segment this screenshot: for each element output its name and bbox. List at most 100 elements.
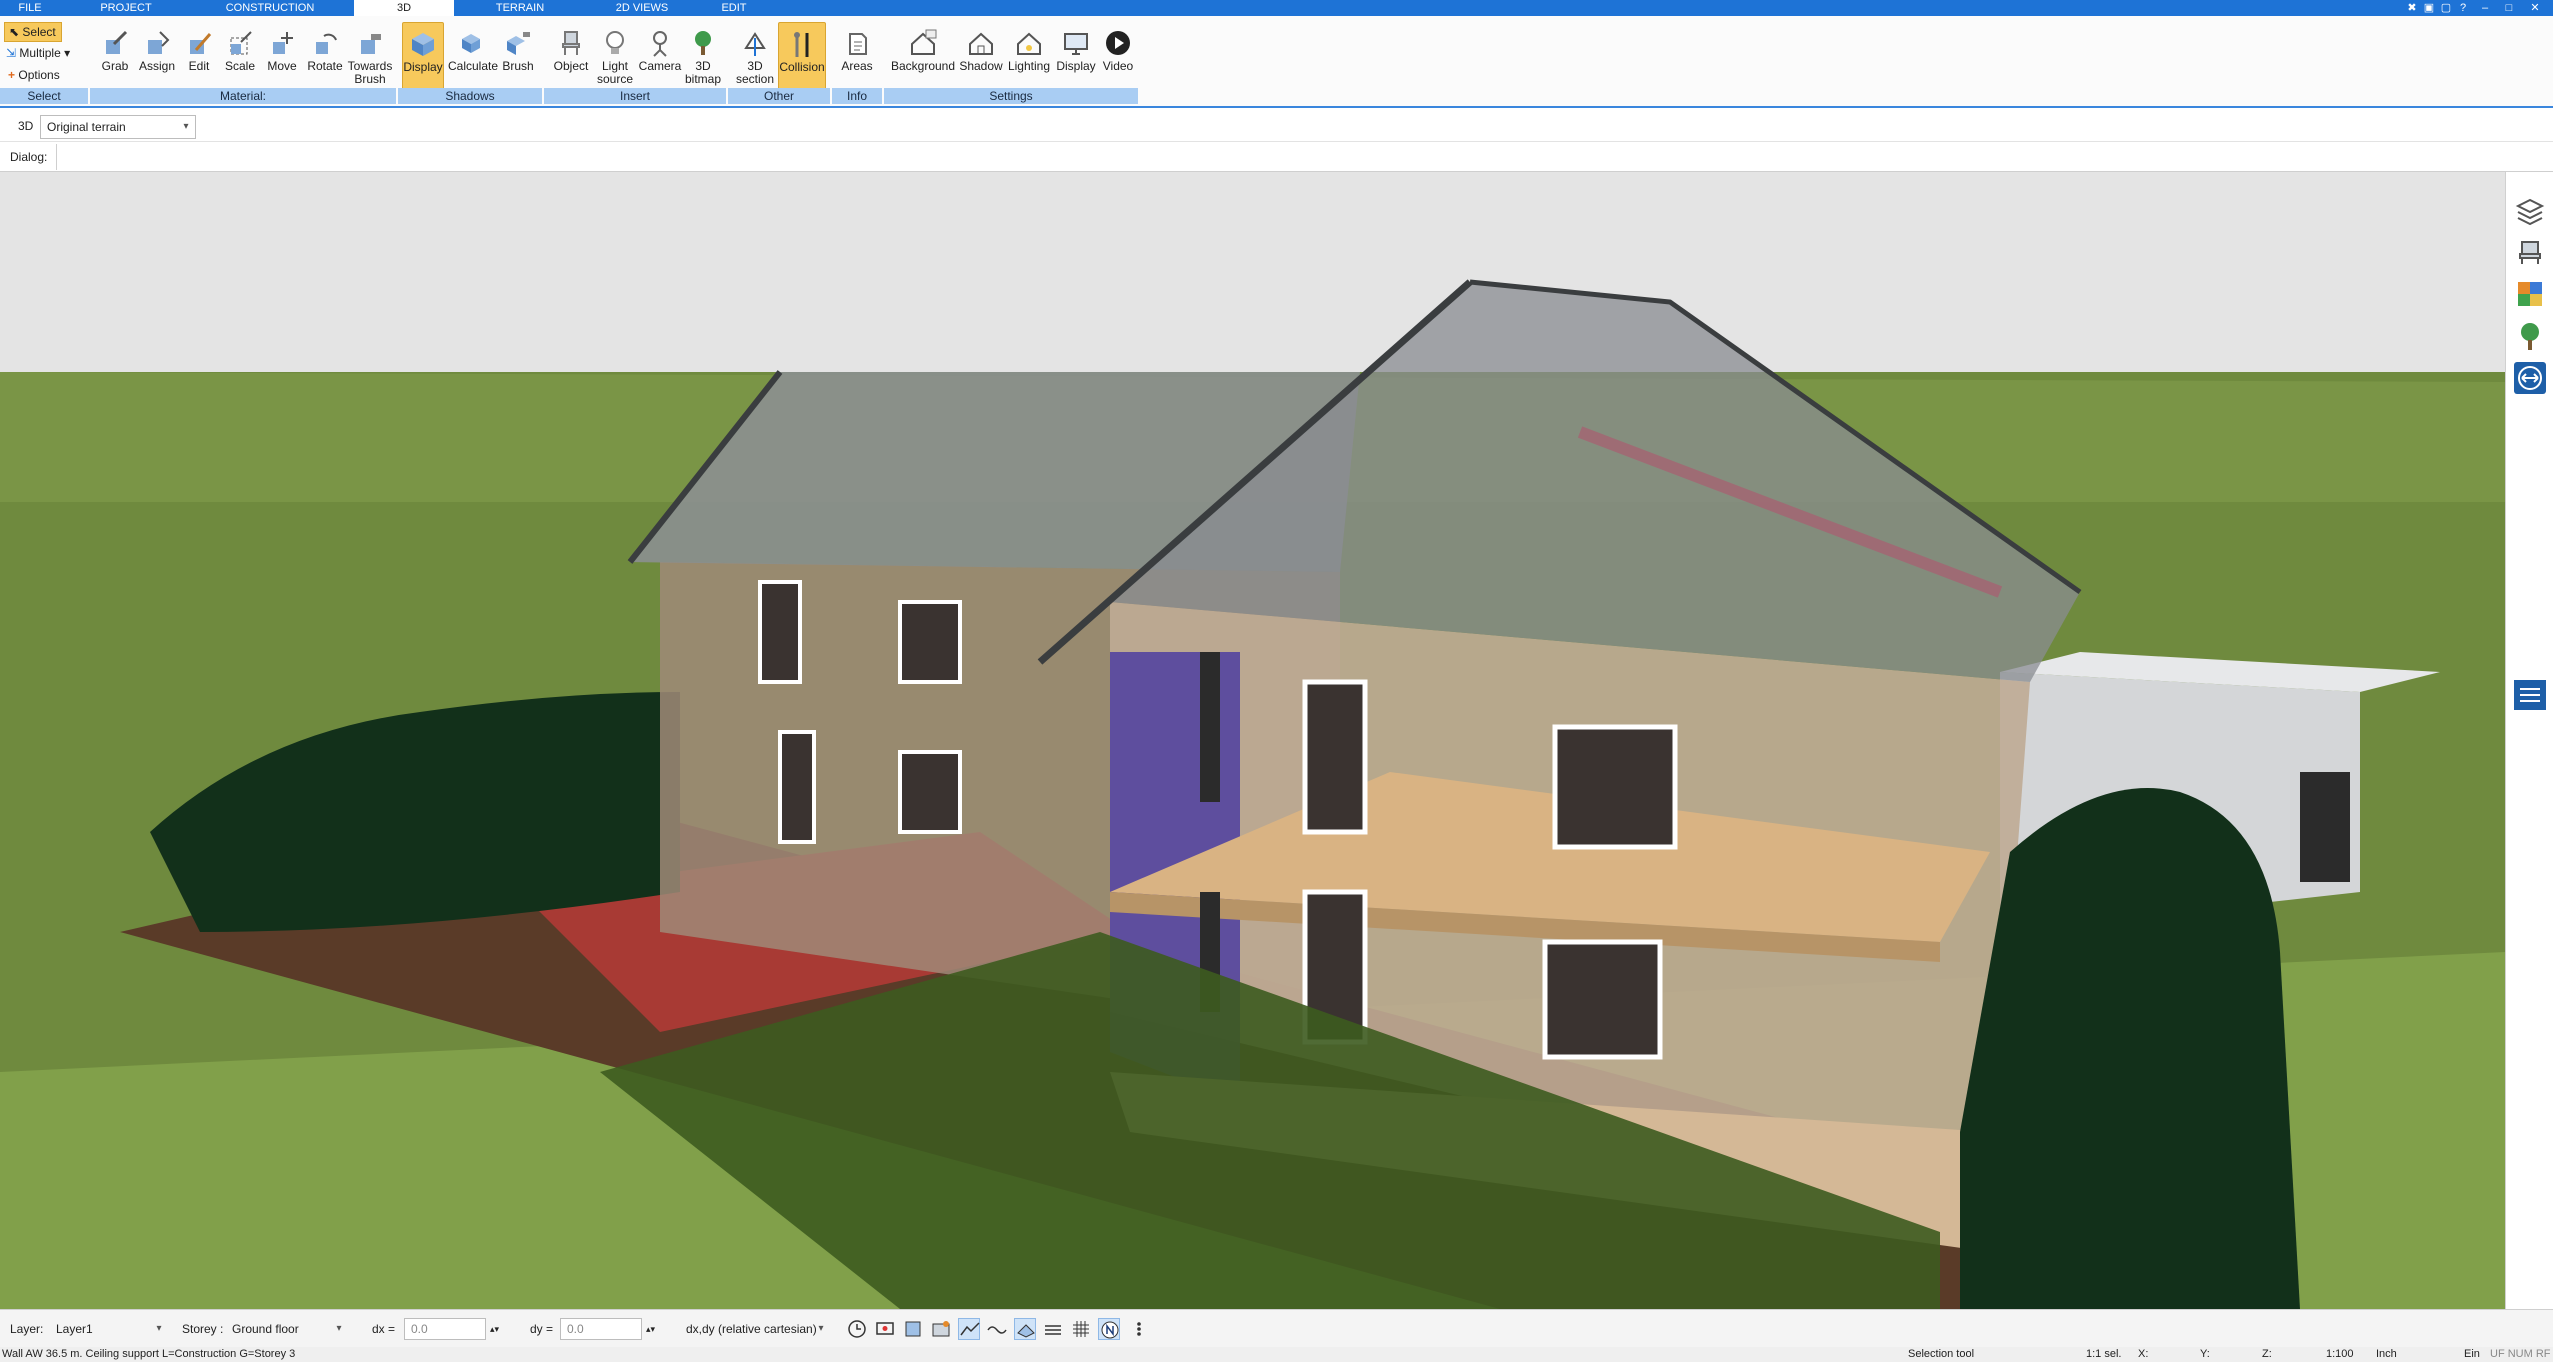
layers-icon[interactable] <box>2514 194 2546 226</box>
multiple-dropdown[interactable]: ⇲ Multiple ▾ <box>6 44 86 62</box>
dy-input[interactable]: 0.0 <box>560 1318 642 1340</box>
window-upper <box>1552 724 1678 850</box>
layer-stack-icon[interactable] <box>1042 1318 1064 1340</box>
rotate-icon <box>316 33 337 54</box>
cursor-icon: ⬉ <box>9 25 20 39</box>
maximize-icon[interactable]: □ <box>2500 0 2518 16</box>
ein-indicator: Ein <box>2464 1348 2480 1360</box>
keyboard-flags: UF NUM RF <box>2490 1348 2551 1360</box>
group-label-settings: Settings <box>884 88 1138 104</box>
window <box>898 600 962 684</box>
ribbon: ⬉ Select ⇲ Multiple ▾ + Options Select G… <box>0 16 2553 108</box>
close-icon[interactable]: ✕ <box>2526 0 2544 16</box>
pipette-icon <box>106 30 128 54</box>
dialog-bar: Dialog: <box>0 142 2553 172</box>
dialog-label: Dialog: <box>10 150 48 164</box>
chevron-down-icon: ▾ <box>156 1323 162 1334</box>
dy-stepper[interactable]: ▴▾ <box>646 1318 655 1340</box>
plants-tree-icon[interactable] <box>2514 320 2546 352</box>
storey-label: Storey : <box>182 1322 224 1336</box>
materials-palette-icon[interactable] <box>2514 278 2546 310</box>
group-label-info: Info <box>832 88 882 104</box>
clock-icon[interactable] <box>846 1318 868 1340</box>
divider <box>56 144 57 170</box>
x-coordinate: X: <box>2138 1348 2149 1360</box>
door-upper <box>1302 679 1368 835</box>
window-icon[interactable]: ▢ <box>2437 0 2455 16</box>
tab-3d[interactable]: 3D <box>354 0 454 16</box>
monitor-icon <box>1064 33 1088 55</box>
group-label-material: Material: <box>90 88 396 104</box>
terrain-select[interactable]: Original terrain ▾ <box>40 115 196 139</box>
play-icon <box>1106 31 1130 55</box>
tools-icon[interactable]: ✖ <box>2403 0 2421 16</box>
camera-icon <box>653 31 667 57</box>
move-arrows-icon <box>273 32 293 54</box>
tab-construction[interactable]: CONSTRUCTION <box>210 0 330 16</box>
3d-viewport[interactable] <box>0 172 2505 1309</box>
storey-select[interactable]: Ground floor ▾ <box>226 1318 348 1340</box>
view-toolbar: 3D Original terrain ▾ <box>0 110 2553 142</box>
group-label-select: Select <box>0 88 88 104</box>
garage-door <box>2300 772 2350 882</box>
scale-icon <box>230 31 252 55</box>
current-tool: Selection tool <box>1908 1348 1975 1360</box>
section-icon <box>744 32 766 56</box>
layer-select[interactable]: Layer1 ▾ <box>50 1318 168 1340</box>
window <box>758 580 802 684</box>
scale-value: 1:100 <box>2326 1348 2354 1360</box>
z-coordinate: Z: <box>2262 1348 2272 1360</box>
view-mode-label: 3D <box>18 119 34 133</box>
window-lower <box>1542 939 1663 1060</box>
paint-bucket-icon <box>148 31 170 54</box>
menu-bar: FILE PROJECT CONSTRUCTION 3D TERRAIN 2D … <box>0 0 2553 16</box>
light-bulb-icon <box>606 31 624 54</box>
object-snap-icon[interactable] <box>930 1318 952 1340</box>
tab-file[interactable]: FILE <box>0 0 60 16</box>
tab-terrain[interactable]: TERRAIN <box>470 0 570 16</box>
layout-icon[interactable]: ▣ <box>2420 0 2438 16</box>
status-bar: Layer: Layer1 ▾ Storey : Ground floor ▾ … <box>0 1309 2553 1347</box>
window <box>898 750 962 834</box>
cube-calc-icon <box>462 34 480 53</box>
coordinate-mode-select[interactable]: dx,dy (relative cartesian) ▾ <box>680 1318 830 1340</box>
house-lighting-icon <box>1017 32 1041 55</box>
tab-project[interactable]: PROJECT <box>62 0 190 16</box>
furniture-icon[interactable] <box>2514 236 2546 268</box>
dx-input[interactable]: 0.0 <box>404 1318 486 1340</box>
group-label-other: Other <box>728 88 830 104</box>
grid-icon[interactable] <box>1070 1318 1092 1340</box>
minimize-icon[interactable]: – <box>2476 0 2494 16</box>
help-icon[interactable]: ? <box>2454 0 2472 16</box>
multi-select-icon: ⇲ <box>6 46 17 60</box>
unit-value: Inch <box>2376 1348 2397 1360</box>
house-background-icon <box>911 29 937 55</box>
pencil-material-icon <box>190 33 212 54</box>
dx-stepper[interactable]: ▴▾ <box>490 1318 499 1340</box>
select-button[interactable]: ⬉ Select <box>4 22 62 42</box>
tab-2d-views[interactable]: 2D VIEWS <box>592 0 692 16</box>
sky <box>0 172 2505 372</box>
dy-label: dy = <box>530 1322 554 1336</box>
terrain-snap-icon[interactable] <box>958 1318 980 1340</box>
cube-brush-icon <box>507 32 530 55</box>
options-button[interactable]: + Options <box>8 66 88 84</box>
plane-snap-icon[interactable] <box>1014 1318 1036 1340</box>
tab-edit[interactable]: EDIT <box>700 0 768 16</box>
collision-icon <box>794 32 809 57</box>
side-panel <box>2505 172 2553 1309</box>
plus-icon: + <box>8 68 16 82</box>
selection-count: 1:1 sel. <box>2086 1348 2122 1360</box>
3d-scene[interactable] <box>0 172 2505 1309</box>
wave-icon[interactable] <box>986 1318 1008 1340</box>
hamburger-menu-icon[interactable] <box>2514 680 2546 710</box>
window-slim <box>1200 652 1220 802</box>
window <box>778 730 816 844</box>
render-icon[interactable] <box>902 1318 924 1340</box>
more-options-icon[interactable] <box>1128 1318 1150 1340</box>
chevron-down-icon: ▾ <box>336 1323 342 1334</box>
group-label-insert: Insert <box>544 88 726 104</box>
north-compass-icon[interactable] <box>1098 1318 1120 1340</box>
navigation-icon[interactable] <box>2514 362 2546 394</box>
screen-capture-icon[interactable] <box>874 1318 896 1340</box>
